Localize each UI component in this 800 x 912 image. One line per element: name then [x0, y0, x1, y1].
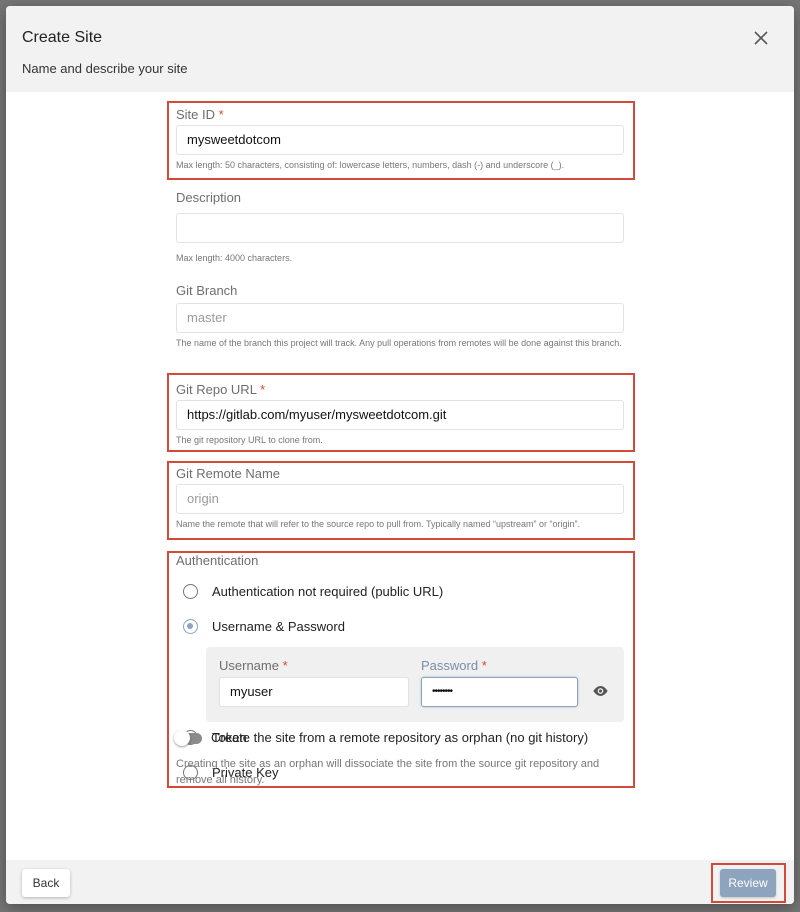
git-remote-name-help: Name the remote that will refer to the s…: [176, 519, 580, 529]
auth-option-label: Username & Password: [212, 619, 345, 634]
dialog-subtitle: Name and describe your site: [22, 61, 188, 76]
site-id-label: Site ID *: [176, 107, 224, 122]
auth-option-username-password[interactable]: Username & Password: [183, 619, 345, 634]
description-input[interactable]: [176, 213, 624, 243]
git-branch-label: Git Branch: [176, 283, 238, 298]
password-input[interactable]: ••••••••: [421, 677, 578, 707]
description-help: Max length: 4000 characters.: [176, 253, 293, 263]
dialog-content: Site ID * mysweetdotcom Max length: 50 c…: [6, 92, 794, 860]
description-label: Description: [176, 190, 242, 205]
git-remote-name-label: Git Remote Name: [176, 466, 281, 481]
orphan-toggle-label: Create the site from a remote repository…: [211, 730, 589, 745]
credentials-panel: Username * myuser Password * ••••••••: [206, 647, 624, 722]
git-repo-url-input[interactable]: https://gitlab.com/myuser/mysweetdotcom.…: [176, 400, 624, 430]
back-button[interactable]: Back: [22, 869, 70, 897]
dialog-title: Create Site: [22, 29, 103, 46]
toggle-knob: [174, 730, 190, 746]
orphan-help: Creating the site as an orphan will diss…: [176, 758, 600, 786]
git-branch-help: The name of the branch this project will…: [176, 338, 622, 348]
site-id-help: Max length: 50 characters, consisting of…: [176, 160, 565, 170]
username-input[interactable]: myuser: [219, 677, 409, 707]
git-repo-url-help: The git repository URL to clone from.: [176, 435, 323, 445]
password-label: Password *: [421, 658, 487, 673]
dialog-header: Create Site Name and describe your site: [6, 6, 794, 92]
username-label: Username *: [219, 658, 288, 673]
close-button[interactable]: [751, 28, 771, 48]
eye-icon: [593, 686, 608, 696]
review-button[interactable]: Review: [720, 869, 776, 897]
git-branch-input[interactable]: master: [176, 303, 624, 333]
radio-circle: [183, 584, 198, 599]
close-icon: [754, 31, 768, 45]
orphan-toggle[interactable]: [174, 730, 204, 746]
git-repo-url-label: Git Repo URL *: [176, 382, 266, 397]
authentication-label: Authentication: [176, 553, 259, 568]
dialog-footer: Back Review: [6, 860, 794, 904]
git-remote-name-input[interactable]: origin: [176, 484, 624, 514]
auth-option-label: Authentication not required (public URL): [212, 584, 444, 599]
site-id-input[interactable]: mysweetdotcom: [176, 125, 624, 155]
radio-circle-selected: [183, 619, 198, 634]
show-password-button[interactable]: [592, 684, 609, 702]
auth-option-none[interactable]: Authentication not required (public URL): [183, 584, 443, 599]
create-site-dialog: Create Site Name and describe your site …: [6, 6, 794, 904]
